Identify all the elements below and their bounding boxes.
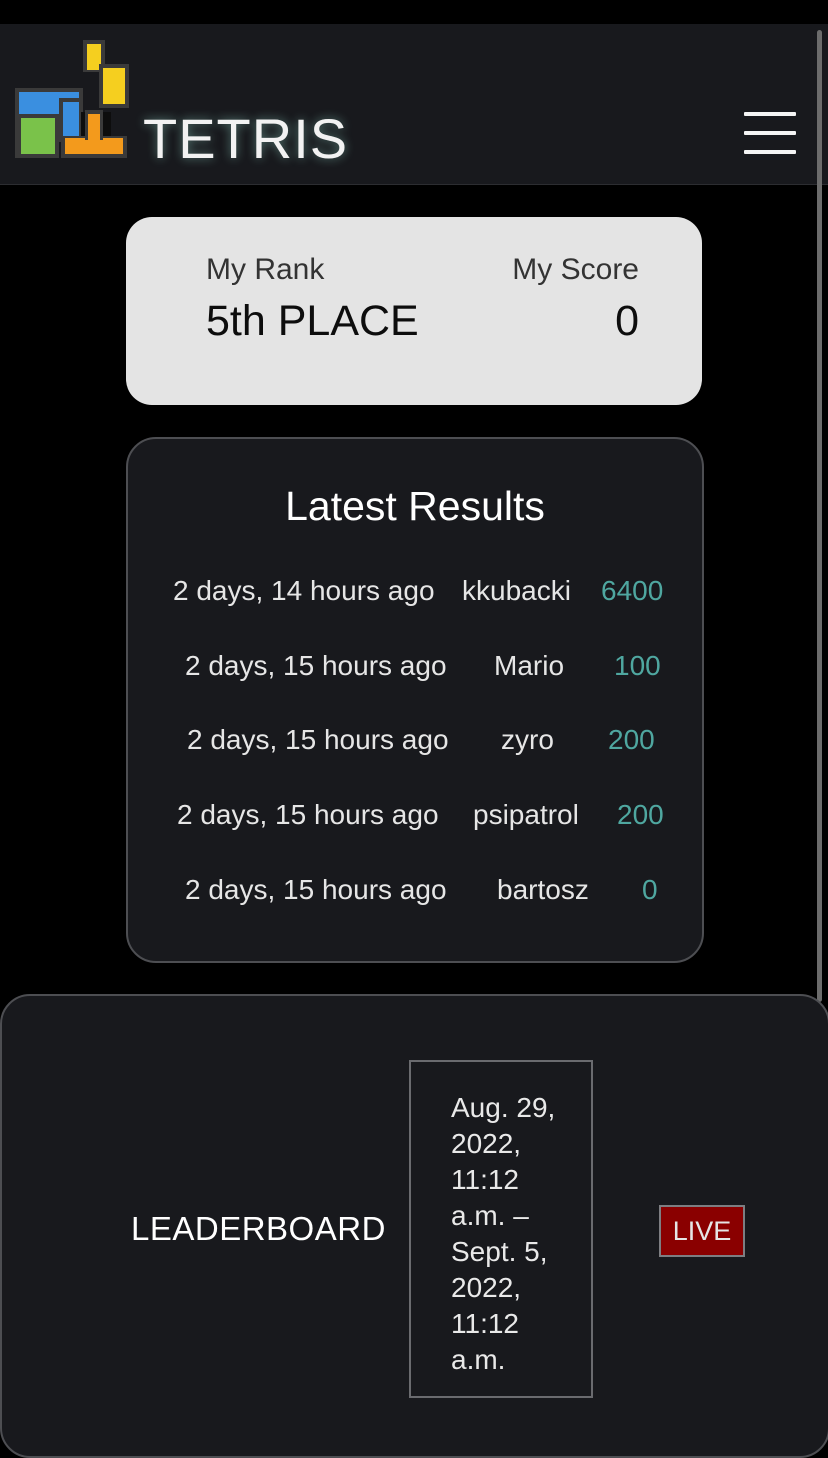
latest-results-card: Latest Results 2 days, 14 hours ago kkub… (126, 437, 704, 963)
result-player: psipatrol (473, 799, 579, 830)
live-status-badge: LIVE (659, 1205, 745, 1257)
leaderboard-title[interactable]: LEADERBOARD (131, 1210, 386, 1248)
result-score: 6400 (601, 575, 664, 606)
result-player: bartosz (497, 874, 589, 905)
rank-value: 5th PLACE (206, 297, 419, 345)
result-score: 200 (608, 724, 655, 755)
result-time: 2 days, 15 hours ago (185, 650, 447, 681)
result-player: kkubacki (462, 575, 571, 606)
leaderboard-date-range: Aug. 29, 2022, 11:12 a.m. – Sept. 5, 202… (409, 1060, 593, 1398)
scrollbar[interactable] (817, 30, 822, 1002)
score-value: 0 (615, 297, 639, 345)
result-time: 2 days, 15 hours ago (177, 799, 439, 830)
result-player: zyro (501, 724, 554, 755)
result-score: 200 (617, 799, 664, 830)
leaderboard-card[interactable]: LEADERBOARD Aug. 29, 2022, 11:12 a.m. – … (0, 994, 828, 1458)
status-bar (0, 0, 828, 24)
result-time: 2 days, 15 hours ago (187, 724, 449, 755)
app-title[interactable]: TETRIS (143, 106, 348, 171)
rank-label: My Rank (206, 253, 325, 286)
result-time: 2 days, 14 hours ago (173, 575, 435, 606)
hamburger-menu-icon[interactable] (744, 110, 798, 158)
result-row: 2 days, 15 hours ago bartosz 0 (128, 874, 702, 914)
date-range-text: Aug. 29, 2022, 11:12 a.m. – Sept. 5, 202… (451, 1092, 556, 1375)
result-time: 2 days, 15 hours ago (185, 874, 447, 905)
top-navbar: TETRIS (0, 24, 828, 185)
result-row: 2 days, 15 hours ago Mario 100 (128, 650, 702, 690)
result-player: Mario (494, 650, 565, 681)
result-score: 0 (642, 874, 658, 905)
result-score: 100 (614, 650, 661, 681)
tetris-logo-icon[interactable] (15, 40, 131, 158)
result-row: 2 days, 14 hours ago kkubacki 6400 (128, 575, 702, 615)
result-row: 2 days, 15 hours ago zyro 200 (128, 724, 702, 764)
result-row: 2 days, 15 hours ago psipatrol 200 (128, 799, 702, 839)
my-rank-card: My Rank 5th PLACE My Score 0 (126, 217, 702, 405)
latest-results-title: Latest Results (285, 483, 545, 529)
score-label: My Score (512, 253, 639, 286)
